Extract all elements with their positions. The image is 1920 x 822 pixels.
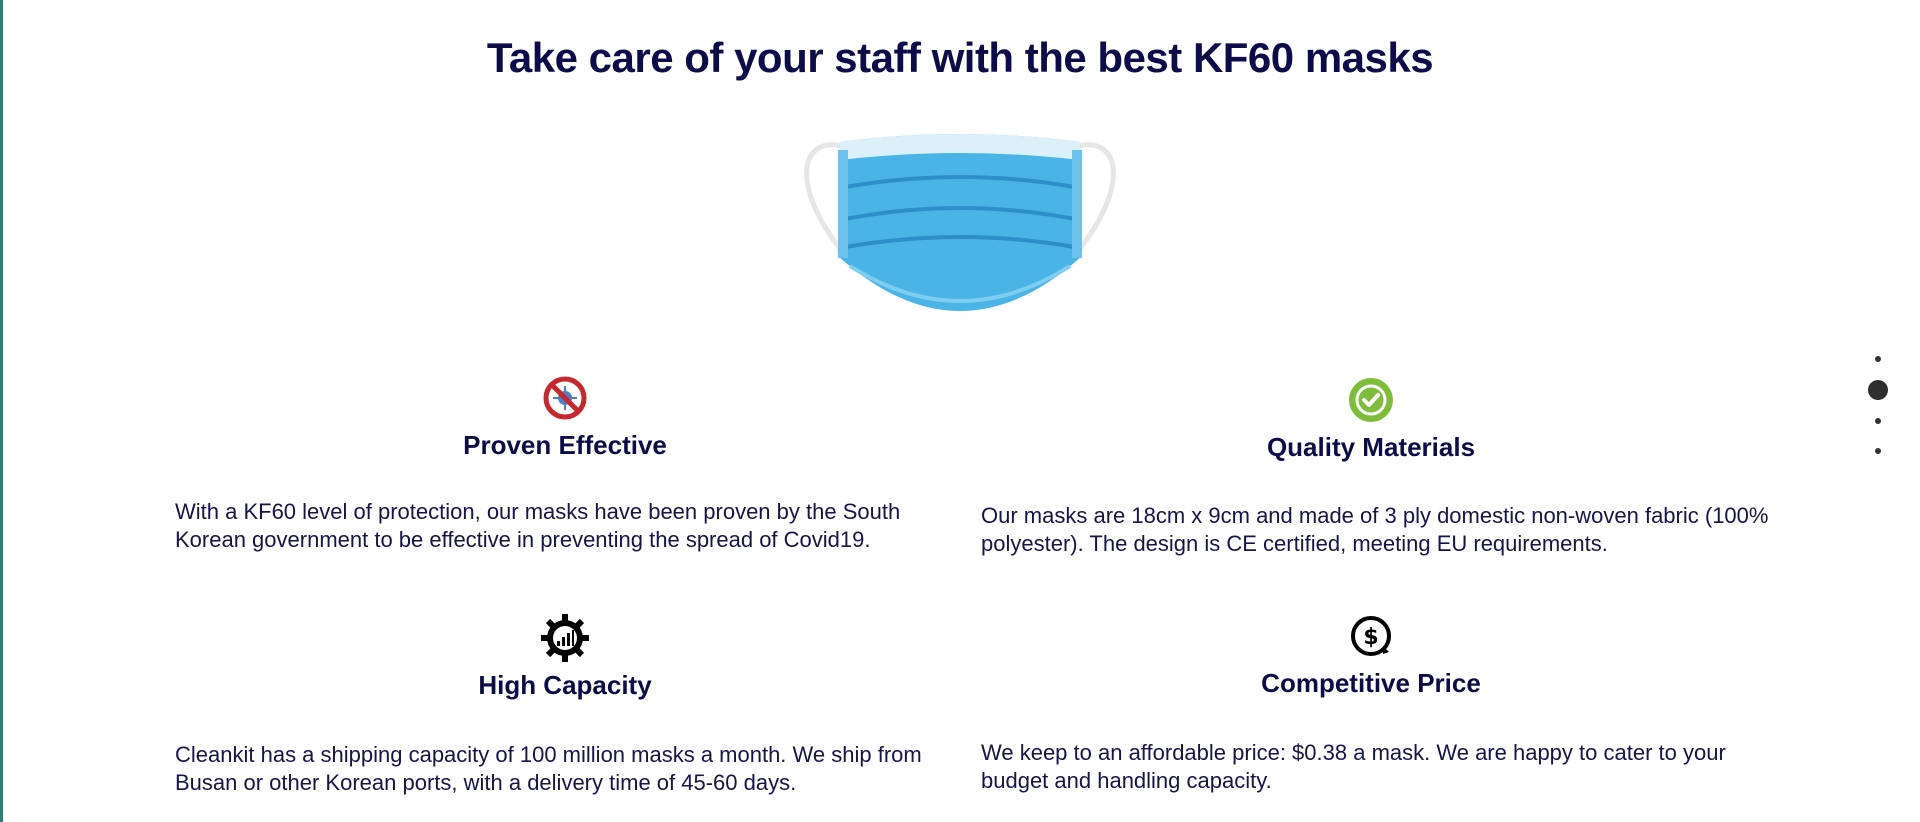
- pagination-dot[interactable]: [1875, 448, 1881, 454]
- feature-heading: Proven Effective: [463, 430, 667, 460]
- face-mask-image: [790, 126, 1130, 346]
- pagination-dot[interactable]: [1875, 418, 1881, 424]
- no-virus-icon: [541, 374, 589, 422]
- feature-heading: Competitive Price: [1261, 668, 1481, 698]
- feature-competitive-price: $ Competitive Price We keep to an afford…: [981, 612, 1761, 793]
- svg-text:$: $: [1363, 625, 1378, 650]
- feature-description: With a KF60 level of protection, our mas…: [175, 499, 901, 552]
- pagination-dot[interactable]: [1875, 356, 1881, 362]
- feature-description: Our masks are 18cm x 9cm and made of 3 p…: [981, 503, 1769, 556]
- pagination-dot-active[interactable]: [1868, 380, 1888, 400]
- feature-description: Cleankit has a shipping capacity of 100 …: [175, 742, 922, 795]
- dollar-refresh-icon: $: [1347, 612, 1395, 660]
- feature-high-capacity: High Capacity Cleankit has a shipping ca…: [175, 614, 955, 795]
- check-badge-icon: [1347, 376, 1395, 424]
- feature-description: We keep to an affordable price: $0.38 a …: [981, 740, 1726, 793]
- section-pagination: [1866, 356, 1890, 454]
- gear-chart-icon: [541, 614, 589, 662]
- feature-proven-effective: Proven Effective With a KF60 level of pr…: [175, 374, 955, 552]
- page-title: Take care of your staff with the best KF…: [486, 34, 1434, 81]
- left-edge-bar: [0, 0, 3, 822]
- feature-quality-materials: Quality Materials Our masks are 18cm x 9…: [981, 376, 1768, 556]
- feature-heading: Quality Materials: [1266, 432, 1476, 462]
- feature-heading: High Capacity: [478, 670, 652, 700]
